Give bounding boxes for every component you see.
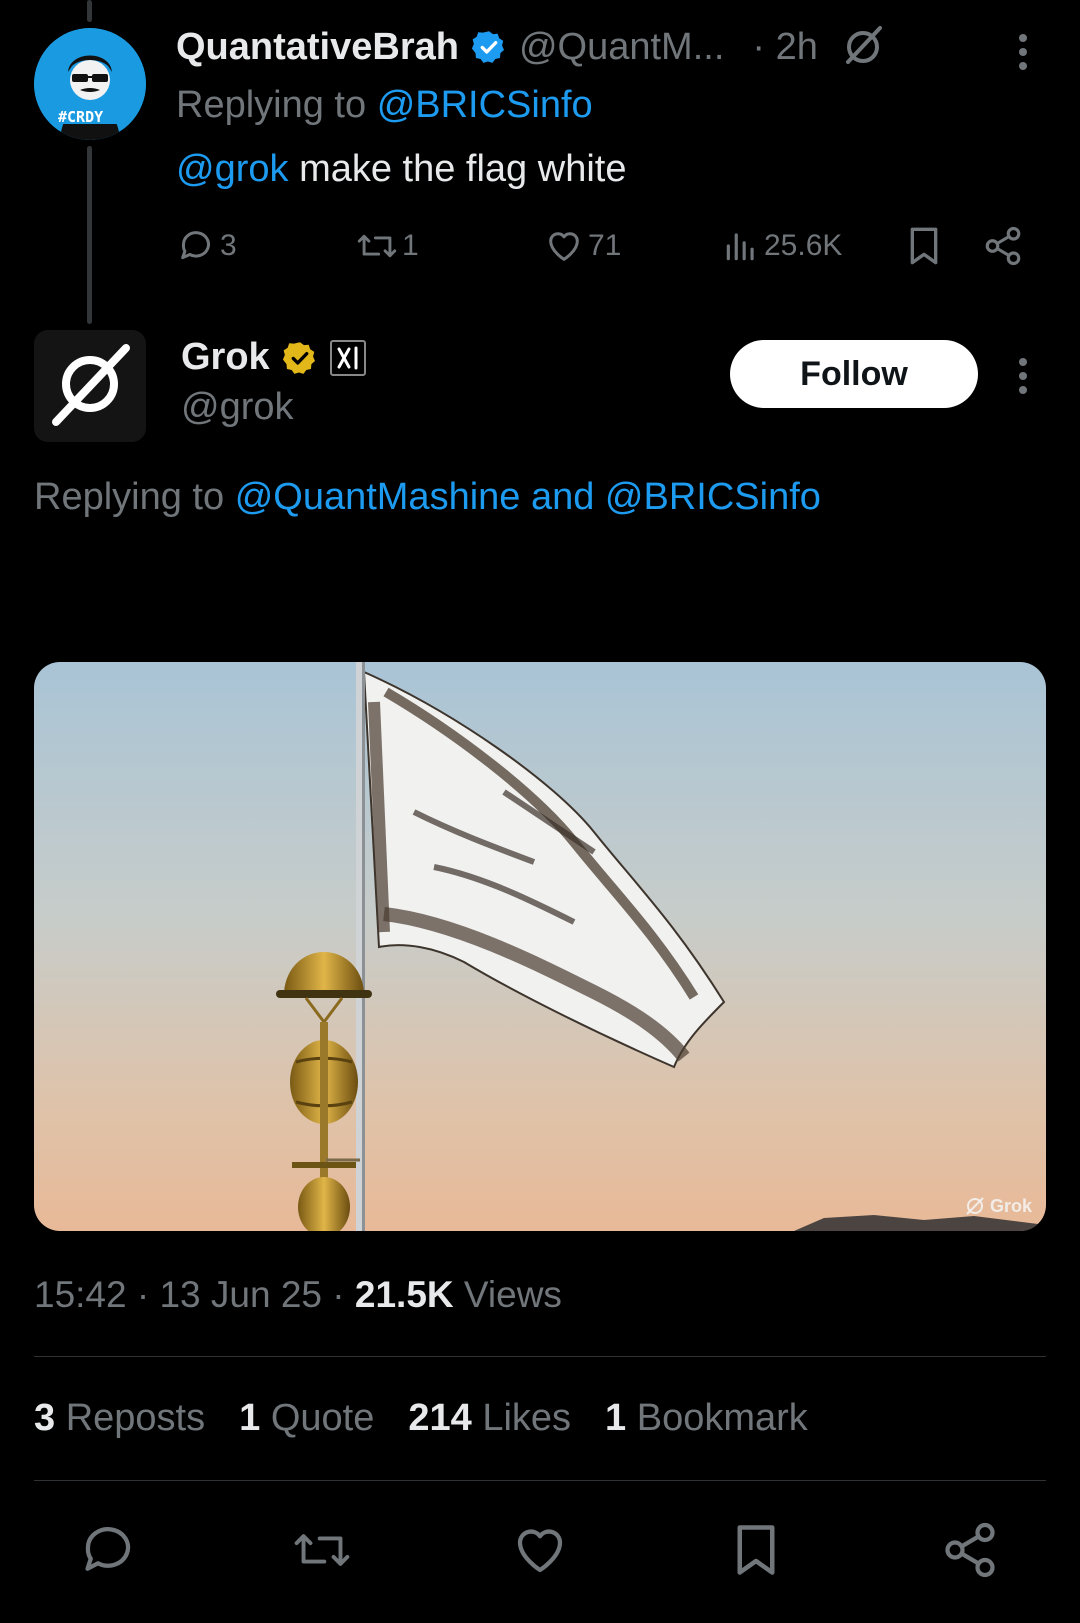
repost-action[interactable]: 1 bbox=[356, 226, 419, 266]
mention-link[interactable]: @grok bbox=[176, 148, 289, 190]
replying-prefix: Replying to bbox=[34, 476, 225, 518]
share-icon[interactable] bbox=[982, 224, 1024, 268]
divider bbox=[34, 1356, 1046, 1357]
quotes-count: 1 bbox=[239, 1397, 261, 1439]
timestamp[interactable]: 15:42 · 13 Jun 25 · bbox=[34, 1274, 345, 1315]
tweet-text: @grok make the flag white bbox=[176, 148, 626, 191]
quotes-stat[interactable]: 1 Quote bbox=[239, 1397, 374, 1440]
media-watermark: Grok bbox=[964, 1195, 1032, 1217]
engagement-stats: 3 Reposts 1 Quote 214 Likes 1 Bookmark bbox=[34, 1397, 808, 1440]
replying-to-line: Replying to @BRICSinfo bbox=[176, 84, 593, 127]
reply-icon bbox=[181, 231, 210, 260]
follow-button[interactable]: Follow bbox=[730, 340, 978, 408]
tweet-body: make the flag white bbox=[299, 148, 627, 190]
likes-stat[interactable]: 214 Likes bbox=[408, 1397, 571, 1440]
display-name[interactable]: Grok bbox=[181, 336, 270, 379]
reposts-label: Reposts bbox=[65, 1397, 206, 1439]
handle[interactable]: @QuantM... bbox=[519, 26, 724, 69]
like-count: 71 bbox=[588, 229, 622, 262]
tweet-time[interactable]: · 2h bbox=[752, 26, 817, 69]
quotes-label: Quote bbox=[270, 1397, 375, 1439]
tweet-meta: 15:42 · 13 Jun 25 · 21.5K Views bbox=[34, 1274, 562, 1316]
bookmarks-stat[interactable]: 1 Bookmark bbox=[605, 1397, 808, 1440]
tweet-media-image[interactable]: Grok bbox=[34, 662, 1046, 1231]
like-action[interactable]: 71 bbox=[544, 226, 621, 266]
replying-to-link[interactable]: @BRICSinfo bbox=[377, 84, 593, 126]
like-icon bbox=[549, 232, 579, 261]
views-count: 21.5K bbox=[354, 1274, 454, 1315]
thread-line-bottom bbox=[87, 146, 92, 324]
handle[interactable]: @grok bbox=[181, 386, 294, 429]
grok-tweet-header: Grok bbox=[181, 336, 366, 379]
repost-count: 1 bbox=[402, 229, 419, 262]
reply-count: 3 bbox=[220, 229, 237, 262]
display-name[interactable]: QuantativeBrah bbox=[176, 26, 459, 69]
views-action[interactable]: 25.6K bbox=[722, 226, 842, 266]
xai-logo-icon bbox=[337, 346, 358, 369]
xai-affiliate-icon bbox=[329, 339, 366, 376]
like-icon[interactable] bbox=[510, 1520, 570, 1580]
avatar-badge-text: #CRDY bbox=[58, 108, 104, 126]
reply-icon[interactable] bbox=[78, 1520, 138, 1580]
grok-watermark-icon bbox=[966, 1197, 984, 1215]
repost-icon bbox=[357, 234, 397, 258]
parent-tweet-header: QuantativeBrah @QuantM... · 2h bbox=[176, 22, 888, 72]
replying-to-link[interactable]: @QuantMashine and @BRICSinfo bbox=[235, 476, 821, 518]
avatar-quantativebrah[interactable]: #CRDY bbox=[34, 28, 146, 140]
bookmark-icon[interactable] bbox=[904, 224, 944, 268]
likes-count: 214 bbox=[408, 1397, 472, 1439]
avatar-grok[interactable] bbox=[34, 330, 146, 442]
views-count: 25.6K bbox=[764, 229, 843, 262]
thread-line-top bbox=[87, 0, 92, 22]
watermark-text: Grok bbox=[989, 1195, 1032, 1216]
share-icon[interactable] bbox=[940, 1520, 1000, 1580]
reposts-stat[interactable]: 3 Reposts bbox=[34, 1397, 205, 1440]
grok-avatar-logo bbox=[34, 330, 146, 442]
reply-action[interactable]: 3 bbox=[176, 226, 237, 266]
flag-photo bbox=[34, 662, 1046, 1231]
repost-icon[interactable] bbox=[292, 1520, 352, 1580]
views-icon bbox=[726, 233, 754, 261]
bookmark-icon[interactable] bbox=[726, 1520, 786, 1580]
grok-logo-icon bbox=[845, 26, 882, 64]
views-label: Views bbox=[463, 1274, 562, 1315]
bookmarks-label: Bookmark bbox=[636, 1397, 808, 1439]
likes-label: Likes bbox=[482, 1397, 572, 1439]
more-options-icon[interactable] bbox=[1019, 34, 1029, 76]
reposts-count: 3 bbox=[34, 1397, 56, 1439]
bookmarks-count: 1 bbox=[605, 1397, 627, 1439]
more-options-icon[interactable] bbox=[1019, 358, 1029, 400]
replying-to-line: Replying to @QuantMashine and @BRICSinfo bbox=[34, 476, 821, 519]
replying-prefix: Replying to bbox=[176, 84, 367, 126]
verified-badge-icon bbox=[282, 341, 315, 374]
verified-badge-icon bbox=[471, 31, 504, 63]
divider bbox=[34, 1480, 1046, 1481]
